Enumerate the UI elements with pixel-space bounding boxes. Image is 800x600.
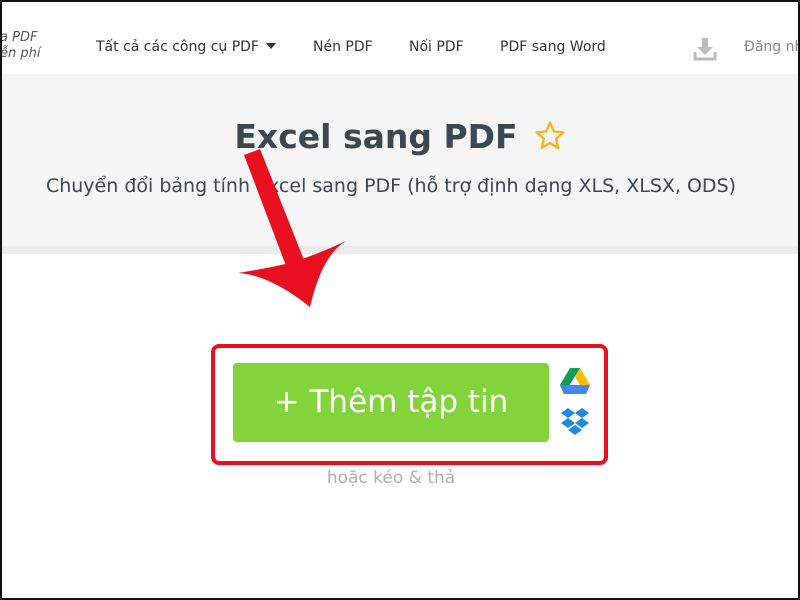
google-drive-icon[interactable] xyxy=(559,367,591,395)
red-arrow-annotation xyxy=(238,149,346,307)
dropbox-icon[interactable] xyxy=(559,406,591,438)
top-nav-bar: a PDF ễn phí Tất cả các công cụ PDF Nén … xyxy=(0,2,800,74)
hero-section xyxy=(0,74,800,246)
logo-line1: a PDF xyxy=(0,30,38,45)
page-title-row: Excel sang PDF xyxy=(0,117,800,156)
nav-all-tools-label: Tất cả các công cụ PDF xyxy=(96,39,259,55)
nav-pdf-to-word[interactable]: PDF sang Word xyxy=(500,39,606,55)
nav-compress-pdf[interactable]: Nén PDF xyxy=(313,39,373,55)
logo-line2: ễn phí xyxy=(0,46,41,61)
caret-down-icon xyxy=(266,43,276,49)
page-subtitle: Chuyển đổi bảng tính Excel sang PDF (hỗ … xyxy=(45,175,737,197)
download-icon[interactable] xyxy=(693,36,717,62)
drag-and-drop-hint: hoặc kéo & thả xyxy=(326,468,456,488)
sign-in-link[interactable]: Đăng nh xyxy=(744,39,800,55)
nav-all-tools-dropdown[interactable]: Tất cả các công cụ PDF xyxy=(96,39,276,55)
site-logo[interactable]: a PDF ễn phí xyxy=(0,30,60,62)
hero-divider xyxy=(0,246,800,254)
nav-merge-pdf[interactable]: Nối PDF xyxy=(409,39,464,55)
star-icon[interactable] xyxy=(534,120,566,152)
add-file-button[interactable]: + Thêm tập tin xyxy=(233,363,549,442)
